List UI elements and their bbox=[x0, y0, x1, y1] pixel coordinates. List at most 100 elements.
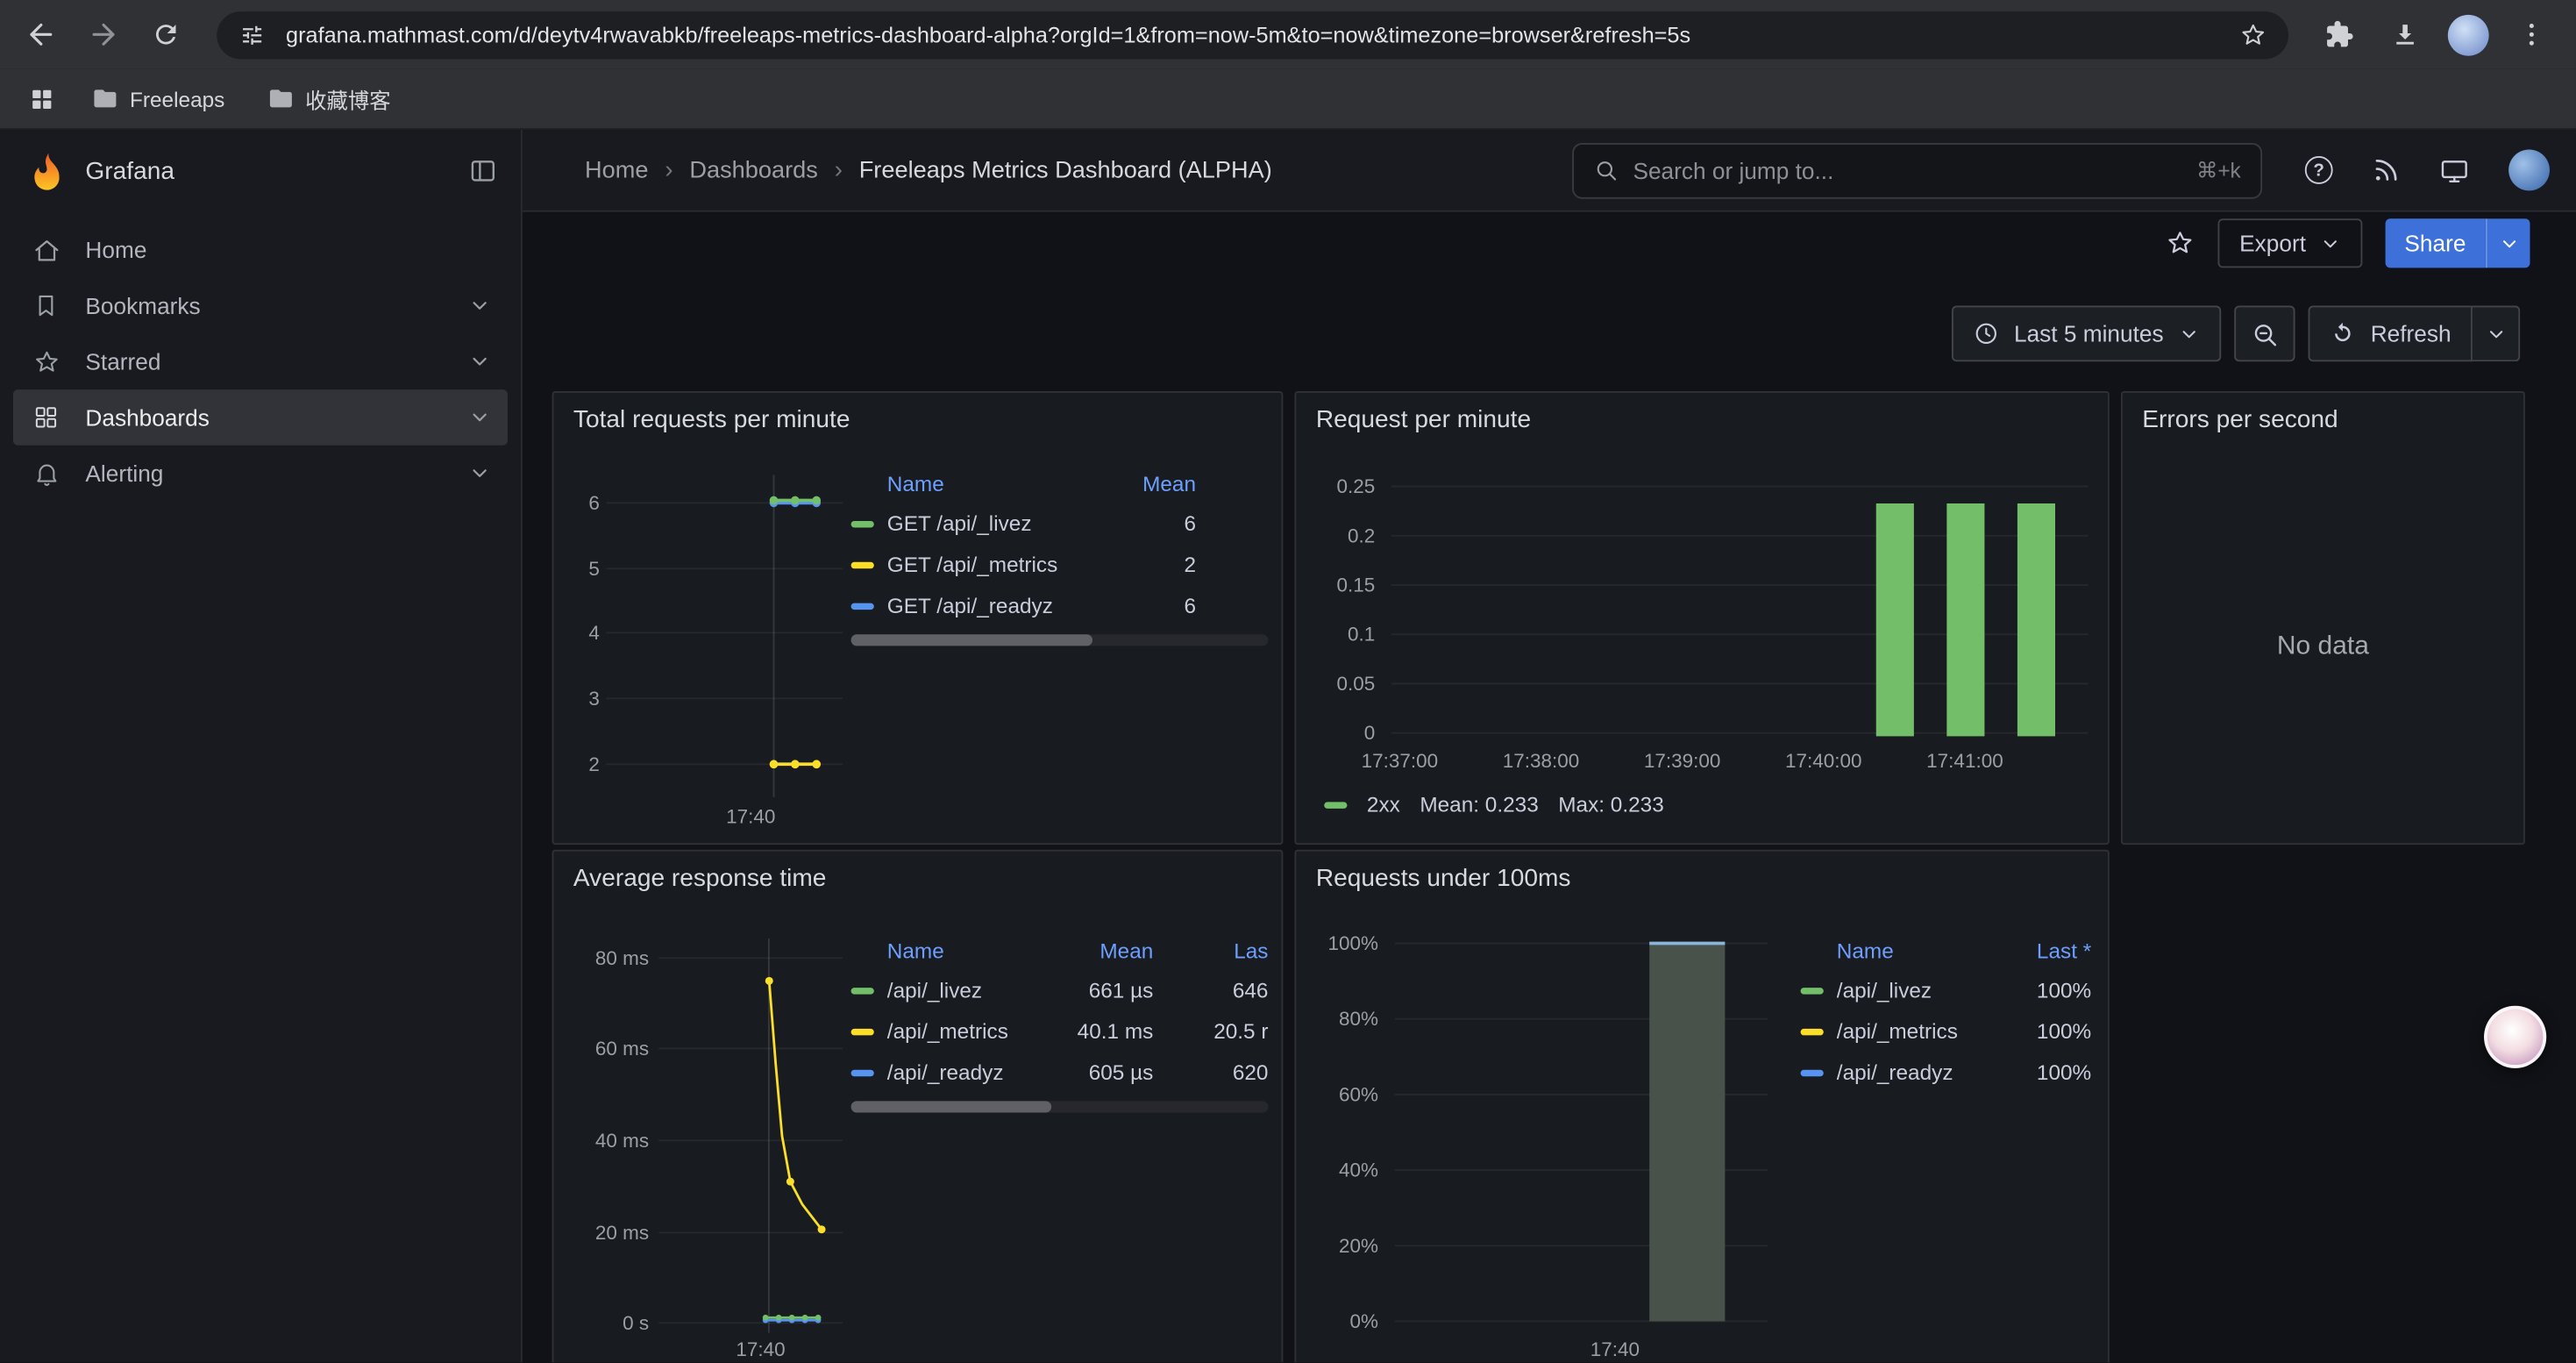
grafana-logo-icon[interactable] bbox=[26, 150, 69, 193]
folder-icon bbox=[267, 85, 294, 111]
sidebar-item-bookmarks[interactable]: Bookmarks bbox=[13, 278, 508, 334]
sidebar-item-dashboards[interactable]: Dashboards bbox=[13, 389, 508, 446]
legend-col-last[interactable]: Las bbox=[1166, 938, 1268, 962]
series-name[interactable]: 2xx bbox=[1367, 792, 1400, 817]
series-name[interactable]: /api/_livez bbox=[887, 978, 1049, 1003]
y-axis-label: 4 bbox=[560, 619, 600, 646]
bookmark-star-icon[interactable] bbox=[2232, 15, 2272, 54]
series-name[interactable]: /api/_metrics bbox=[887, 1019, 1049, 1044]
floating-assistant-avatar[interactable] bbox=[2484, 1006, 2546, 1068]
legend-row[interactable]: GET /api/_readyz 6 bbox=[851, 585, 1269, 626]
bookmark-label: Freeleaps bbox=[130, 86, 224, 111]
legend-scrollbar[interactable] bbox=[851, 634, 1269, 646]
folder-icon bbox=[92, 85, 118, 111]
share-button[interactable]: Share bbox=[2385, 218, 2530, 268]
legend-col-name[interactable]: Name bbox=[887, 471, 1091, 496]
favorite-star-icon[interactable] bbox=[2166, 228, 2195, 258]
site-settings-icon[interactable] bbox=[233, 17, 269, 53]
breadcrumb-separator: › bbox=[665, 156, 672, 184]
refresh-button[interactable]: Refresh bbox=[2308, 306, 2520, 362]
export-button[interactable]: Export bbox=[2218, 218, 2362, 268]
chevron-down-icon[interactable] bbox=[468, 406, 491, 429]
panel-legend: Name Mean GET /api/_livez 6 GET /api/_me… bbox=[851, 463, 1269, 646]
legend-header: Name Mean Las bbox=[851, 931, 1269, 970]
series-mean: 2 bbox=[1104, 553, 1196, 577]
legend-col-last[interactable]: Last * bbox=[2012, 938, 2091, 962]
export-label: Export bbox=[2239, 230, 2306, 256]
sidebar-item-home[interactable]: Home bbox=[13, 222, 508, 278]
y-axis-label: 20% bbox=[1299, 1232, 1378, 1259]
star-icon bbox=[30, 347, 62, 375]
url-bar[interactable]: grafana.mathmast.com/d/deytv4rwavabkb/fr… bbox=[217, 11, 2288, 58]
legend-col-name[interactable]: Name bbox=[1837, 938, 1999, 962]
panel-title[interactable]: Total requests per minute bbox=[573, 406, 850, 434]
back-icon[interactable] bbox=[13, 6, 69, 62]
series-last: 100% bbox=[2012, 1019, 2091, 1044]
url-text[interactable]: grafana.mathmast.com/d/deytv4rwavabkb/fr… bbox=[286, 22, 2217, 46]
series-name[interactable]: /api/_livez bbox=[1837, 978, 1999, 1003]
search-placeholder: Search or jump to... bbox=[1633, 157, 2181, 183]
legend-row[interactable]: /api/_readyz 100% bbox=[1801, 1052, 2092, 1093]
legend-scrollbar[interactable] bbox=[851, 1101, 1269, 1112]
panel-legend: 2xx Mean: 0.233 Max: 0.233 bbox=[1324, 792, 1664, 817]
user-avatar[interactable] bbox=[2508, 150, 2550, 191]
series-name[interactable]: GET /api/_readyz bbox=[887, 593, 1091, 617]
bookmark-icon bbox=[30, 293, 62, 319]
x-axis-label: 17:40 bbox=[724, 1336, 796, 1362]
series-name[interactable]: GET /api/_livez bbox=[887, 511, 1091, 536]
search-input[interactable]: Search or jump to... ⌘+k bbox=[1572, 142, 2262, 198]
nav-icons: ? bbox=[2305, 150, 2550, 191]
bookmark-folder-blogs[interactable]: 收藏博客 bbox=[254, 78, 404, 119]
sidebar-collapse-icon[interactable] bbox=[468, 156, 498, 186]
apps-grid-icon[interactable] bbox=[19, 77, 62, 120]
kiosk-monitor-icon[interactable] bbox=[2439, 155, 2469, 185]
no-data-message: No data bbox=[2123, 632, 2523, 662]
legend-row[interactable]: /api/_metrics 100% bbox=[1801, 1010, 2092, 1052]
breadcrumb-home[interactable]: Home bbox=[585, 157, 648, 183]
browser-menu-icon[interactable] bbox=[2504, 6, 2560, 62]
series-name[interactable]: /api/_readyz bbox=[887, 1060, 1049, 1085]
series-name[interactable]: GET /api/_metrics bbox=[887, 553, 1091, 577]
legend-header: Name Last * bbox=[1801, 931, 2092, 970]
sidebar: Grafana Home Bookmarks bbox=[0, 130, 523, 1362]
legend-col-mean[interactable]: Mean bbox=[1061, 938, 1153, 962]
bookmark-folder-freeleaps[interactable]: Freeleaps bbox=[79, 81, 238, 117]
series-name[interactable]: /api/_readyz bbox=[1837, 1060, 1999, 1085]
legend-row[interactable]: /api/_metrics 40.1 ms 20.5 r bbox=[851, 1010, 1269, 1052]
browser-profile-avatar[interactable] bbox=[2448, 14, 2489, 55]
downloads-icon[interactable] bbox=[2377, 6, 2433, 62]
sidebar-item-alerting[interactable]: Alerting bbox=[13, 446, 508, 502]
panel-title[interactable]: Average response time bbox=[573, 865, 827, 893]
panel-title[interactable]: Requests under 100ms bbox=[1316, 865, 1571, 893]
legend-row[interactable]: /api/_livez 661 µs 646 bbox=[851, 969, 1269, 1010]
extensions-icon[interactable] bbox=[2311, 6, 2367, 62]
x-axis-label: 17:38:00 bbox=[1484, 748, 1598, 774]
chevron-down-icon[interactable] bbox=[468, 462, 491, 485]
zoom-out-button[interactable] bbox=[2234, 306, 2295, 362]
legend-row[interactable]: GET /api/_livez 6 bbox=[851, 503, 1269, 544]
dashboard-canvas: Export Share Last 5 minutes bbox=[523, 212, 2576, 1363]
panel-title[interactable]: Errors per second bbox=[2142, 406, 2338, 434]
legend-col-mean[interactable]: Mean bbox=[1104, 471, 1196, 496]
legend-col-name[interactable]: Name bbox=[887, 938, 1049, 962]
chevron-down-icon[interactable] bbox=[468, 294, 491, 317]
breadcrumb-dashboards[interactable]: Dashboards bbox=[689, 157, 817, 183]
forward-icon[interactable] bbox=[75, 6, 132, 62]
time-range-picker[interactable]: Last 5 minutes bbox=[1952, 306, 2221, 362]
help-icon[interactable]: ? bbox=[2305, 156, 2333, 184]
legend-row[interactable]: GET /api/_metrics 2 bbox=[851, 544, 1269, 585]
share-label[interactable]: Share bbox=[2385, 218, 2486, 268]
series-swatch-yellow bbox=[851, 1028, 874, 1034]
sidebar-item-starred[interactable]: Starred bbox=[13, 333, 508, 389]
series-name[interactable]: /api/_metrics bbox=[1837, 1019, 1999, 1044]
share-dropdown-icon[interactable] bbox=[2486, 218, 2530, 268]
refresh-interval-dropdown[interactable] bbox=[2473, 306, 2520, 362]
reload-icon[interactable] bbox=[138, 6, 194, 62]
chevron-down-icon[interactable] bbox=[468, 350, 491, 373]
panel-errors-per-second: Errors per second No data bbox=[2121, 391, 2525, 845]
legend-row[interactable]: /api/_livez 100% bbox=[1801, 969, 2092, 1010]
panel-title[interactable]: Request per minute bbox=[1316, 406, 1531, 434]
y-axis-label: 80% bbox=[1299, 1006, 1378, 1032]
rss-icon[interactable] bbox=[2373, 156, 2401, 184]
legend-row[interactable]: /api/_readyz 605 µs 620 bbox=[851, 1052, 1269, 1093]
